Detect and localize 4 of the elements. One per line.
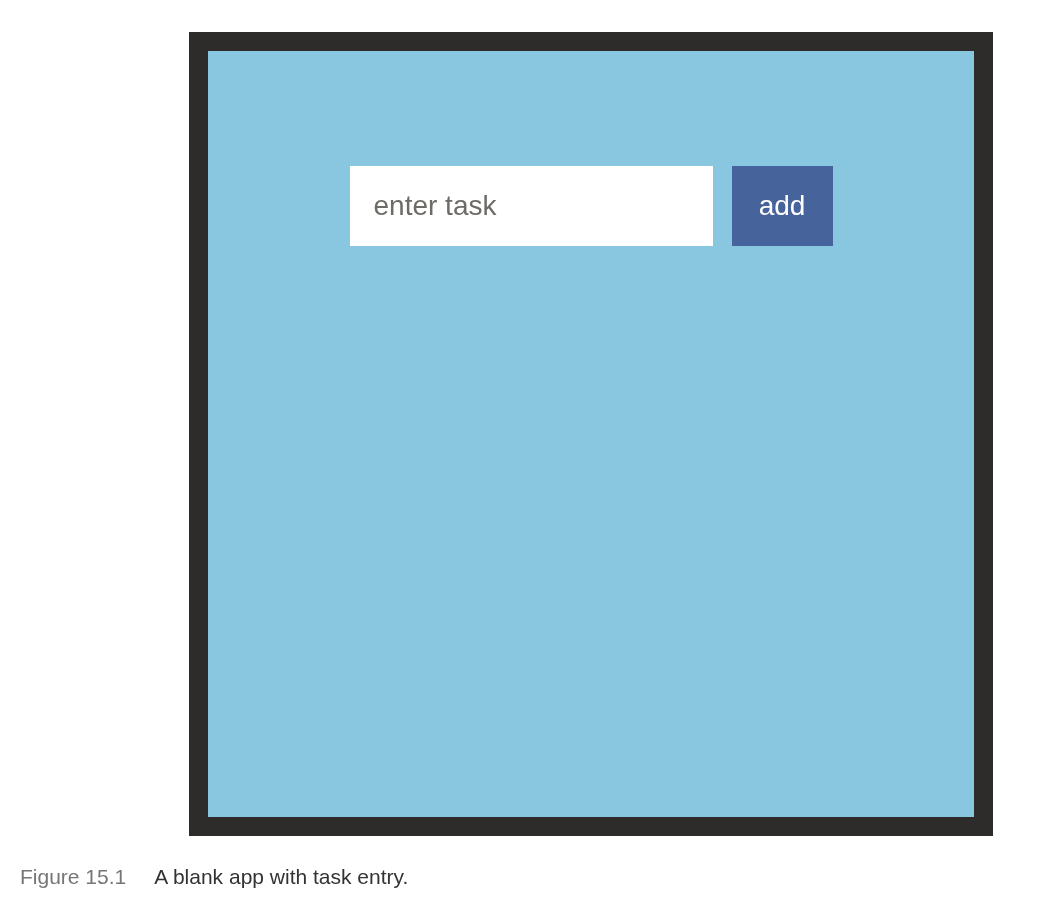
add-button[interactable]: add [731, 166, 833, 246]
figure-caption: A blank app with task entry. [154, 865, 409, 889]
input-field[interactable]: enter task [349, 166, 713, 246]
figure-number: Figure 15.1 [20, 865, 127, 889]
